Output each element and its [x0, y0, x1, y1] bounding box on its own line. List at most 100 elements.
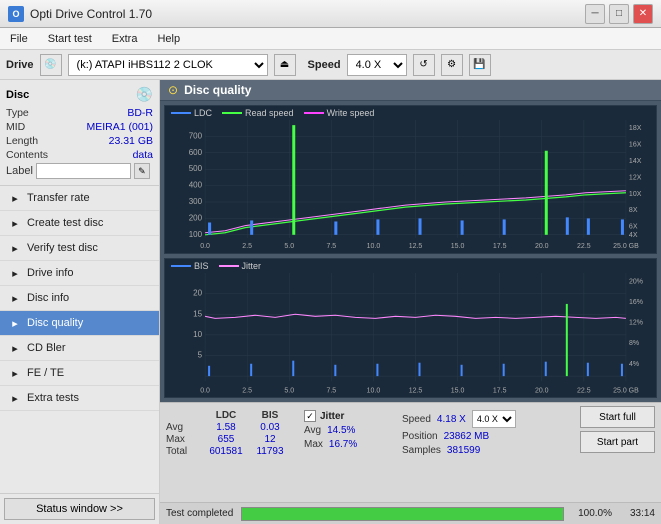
svg-text:17.5: 17.5: [493, 387, 507, 395]
maximize-button[interactable]: □: [609, 4, 629, 24]
speed-label: Speed: [308, 59, 341, 71]
ldc-legend-read-label: Read speed: [245, 108, 294, 118]
contents-value: data: [133, 149, 153, 161]
svg-text:16%: 16%: [629, 298, 644, 306]
nav-icon-cd-bler: ▸: [8, 341, 22, 355]
bis-legend-jitter-label: Jitter: [242, 261, 262, 271]
ldc-legend-read: Read speed: [222, 108, 294, 118]
settings-button[interactable]: ⚙: [441, 54, 463, 76]
disc-quality-header: ⊙ Disc quality: [160, 80, 661, 101]
bis-legend-bis-label: BIS: [194, 261, 209, 271]
col-header-blank: [166, 410, 204, 421]
row-total-ldc: 601581: [204, 446, 248, 457]
nav-icon-transfer-rate: ▸: [8, 191, 22, 205]
ldc-legend-write: Write speed: [304, 108, 375, 118]
bis-chart: BIS Jitter: [164, 258, 657, 398]
speed-dropdown[interactable]: 4.0 X: [472, 410, 516, 428]
row-total-label: Total: [166, 446, 204, 457]
svg-text:12.5: 12.5: [409, 242, 423, 250]
nav-items: ▸ Transfer rate▸ Create test disc▸ Verif…: [0, 186, 159, 493]
action-buttons: Start full Start part: [580, 406, 655, 499]
svg-text:500: 500: [189, 164, 203, 173]
status-window-button[interactable]: Status window >>: [4, 498, 155, 520]
svg-text:2.5: 2.5: [242, 387, 252, 395]
start-full-button[interactable]: Start full: [580, 406, 655, 428]
bis-legend: BIS Jitter: [165, 259, 656, 273]
drive-icon: 💿: [40, 54, 62, 76]
menu-start-test[interactable]: Start test: [42, 31, 98, 47]
menu-extra[interactable]: Extra: [106, 31, 144, 47]
speed-select[interactable]: 4.0 X: [347, 54, 407, 76]
nav-item-verify-test-disc[interactable]: ▸ Verify test disc: [0, 236, 159, 261]
bis-legend-jitter: Jitter: [219, 261, 262, 271]
minimize-button[interactable]: ─: [585, 4, 605, 24]
save-button[interactable]: 💾: [469, 54, 491, 76]
menu-bar: File Start test Extra Help: [0, 28, 661, 50]
refresh-button[interactable]: ↺: [413, 54, 435, 76]
title-bar: O Opti Drive Control 1.70 ─ □ ✕: [0, 0, 661, 28]
nav-label-disc-info: Disc info: [27, 292, 69, 304]
jitter-checkbox[interactable]: ✓: [304, 410, 316, 422]
speed-key: Speed: [402, 414, 431, 425]
nav-item-cd-bler[interactable]: ▸ CD Bler: [0, 336, 159, 361]
disc-section: Disc 💿 Type BD-R MID MEIRA1 (001) Length…: [0, 80, 159, 186]
status-text: Test completed: [166, 508, 233, 519]
menu-file[interactable]: File: [4, 31, 34, 47]
svg-text:12.5: 12.5: [409, 387, 423, 395]
app-title: Opti Drive Control 1.70: [30, 7, 152, 21]
svg-text:2.5: 2.5: [242, 242, 252, 250]
svg-text:25.0 GB: 25.0 GB: [613, 387, 639, 395]
svg-text:12X: 12X: [629, 173, 642, 181]
nav-label-create-test-disc: Create test disc: [27, 217, 103, 229]
close-button[interactable]: ✕: [633, 4, 653, 24]
contents-label: Contents: [6, 149, 48, 161]
svg-text:15: 15: [193, 309, 202, 318]
svg-text:20: 20: [193, 289, 202, 298]
disc-icon: 💿: [136, 86, 153, 103]
col-header-bis: BIS: [248, 410, 292, 421]
svg-text:5: 5: [198, 351, 203, 360]
svg-text:25.0 GB: 25.0 GB: [613, 242, 639, 250]
row-avg-label: Avg: [166, 422, 204, 433]
svg-text:15.0: 15.0: [451, 242, 465, 250]
svg-text:20.0: 20.0: [535, 242, 549, 250]
svg-text:5.0: 5.0: [284, 387, 294, 395]
progress-time: 33:14: [620, 508, 655, 519]
label-edit-button[interactable]: ✎: [134, 163, 150, 179]
svg-text:22.5: 22.5: [577, 242, 591, 250]
nav-item-extra-tests[interactable]: ▸ Extra tests: [0, 386, 159, 411]
svg-text:20.0: 20.0: [535, 387, 549, 395]
svg-text:10X: 10X: [629, 190, 642, 198]
nav-item-create-test-disc[interactable]: ▸ Create test disc: [0, 211, 159, 236]
svg-text:10.0: 10.0: [367, 387, 381, 395]
svg-text:7.5: 7.5: [326, 387, 336, 395]
svg-text:14X: 14X: [629, 157, 642, 165]
disc-quality-title: Disc quality: [184, 83, 251, 97]
nav-item-drive-info[interactable]: ▸ Drive info: [0, 261, 159, 286]
eject-button[interactable]: ⏏: [274, 54, 296, 76]
label-input[interactable]: [36, 163, 131, 179]
nav-icon-verify-test-disc: ▸: [8, 241, 22, 255]
type-label: Type: [6, 107, 29, 119]
drive-select[interactable]: (k:) ATAPI iHBS112 2 CLOK: [68, 54, 268, 76]
ldc-legend: LDC Read speed Write speed: [165, 106, 656, 120]
disc-section-title: Disc: [6, 89, 29, 101]
start-part-button[interactable]: Start part: [580, 431, 655, 453]
nav-item-disc-info[interactable]: ▸ Disc info: [0, 286, 159, 311]
svg-text:400: 400: [189, 181, 203, 190]
col-header-ldc: LDC: [204, 410, 248, 421]
type-value: BD-R: [127, 107, 153, 119]
svg-text:6X: 6X: [629, 223, 638, 231]
nav-item-disc-quality[interactable]: ▸ Disc quality: [0, 311, 159, 336]
nav-item-transfer-rate[interactable]: ▸ Transfer rate: [0, 186, 159, 211]
svg-text:4%: 4%: [629, 360, 640, 368]
menu-help[interactable]: Help: [151, 31, 186, 47]
app-icon: O: [8, 6, 24, 22]
nav-item-fe-te[interactable]: ▸ FE / TE: [0, 361, 159, 386]
svg-text:8X: 8X: [629, 206, 638, 214]
nav-icon-disc-quality: ▸: [8, 316, 22, 330]
progress-percent: 100.0%: [572, 508, 612, 519]
svg-text:12%: 12%: [629, 319, 644, 327]
svg-text:17.5: 17.5: [493, 242, 507, 250]
svg-text:10: 10: [193, 330, 202, 339]
